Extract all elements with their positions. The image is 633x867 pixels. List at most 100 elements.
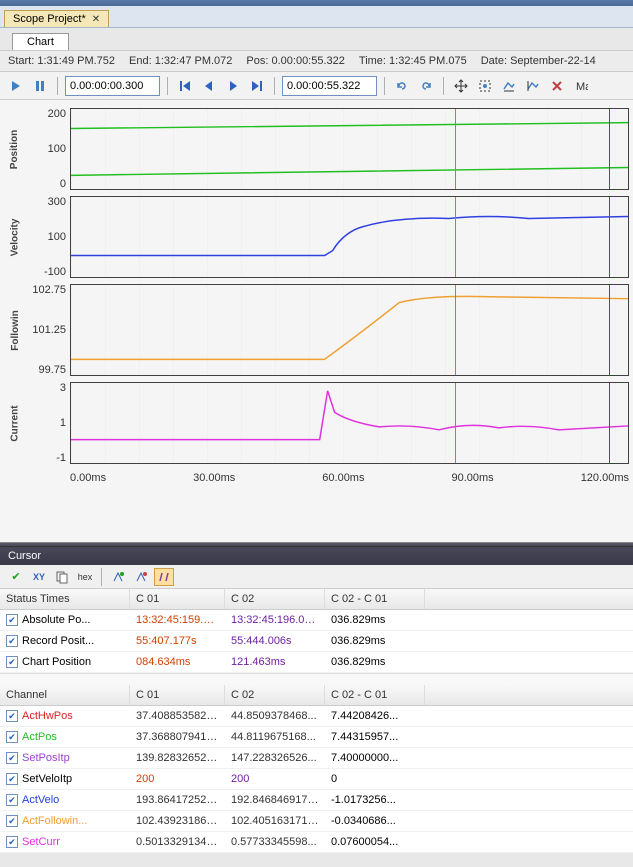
xy-mode-button[interactable]: XY: [29, 568, 49, 586]
c02-value: 121.463ms: [225, 654, 325, 670]
pos-label: Pos:: [246, 55, 268, 67]
close-icon[interactable]: ✕: [92, 14, 100, 25]
row-name: SetPosItp: [22, 752, 70, 764]
time-value: 1:32:45 PM.075: [389, 55, 467, 67]
checkbox[interactable]: ✔: [6, 614, 18, 626]
diff-value: 036.829ms: [325, 633, 425, 649]
c01-value: 102.439231866...: [130, 813, 225, 829]
skip-start-button[interactable]: [175, 76, 195, 96]
c02-value: 44.8509378468...: [225, 708, 325, 724]
checkbox[interactable]: ✔: [6, 710, 18, 722]
plot-area[interactable]: [70, 382, 629, 464]
copy-button[interactable]: [52, 568, 72, 586]
cursor-c02[interactable]: [609, 383, 610, 463]
check-icon[interactable]: ✔: [6, 568, 26, 586]
table-row[interactable]: ✔SetVeloItp2002000: [0, 769, 633, 790]
cursor-del-button[interactable]: [131, 568, 151, 586]
cursor-c01[interactable]: [455, 285, 456, 375]
y-axis-ticks: 2001000: [26, 108, 70, 190]
grid-spacer: [0, 673, 633, 685]
checkbox[interactable]: ✔: [6, 836, 18, 848]
step-fwd-button[interactable]: [223, 76, 243, 96]
c02-value: 192.84684691784: [225, 792, 325, 808]
clear-button[interactable]: [547, 76, 567, 96]
play-button[interactable]: [6, 76, 26, 96]
tab-chart[interactable]: Chart: [12, 33, 69, 50]
cursor-c01[interactable]: [455, 383, 456, 463]
column-header[interactable]: Channel: [0, 685, 130, 705]
table-row[interactable]: ✔SetPosItp139.828326526...147.228326526.…: [0, 748, 633, 769]
table-row[interactable]: ✔ActFollowin...102.439231866...102.40516…: [0, 811, 633, 832]
checkbox[interactable]: ✔: [6, 794, 18, 806]
cursor-c02[interactable]: [609, 109, 610, 189]
cursor-c01[interactable]: [455, 109, 456, 189]
checkbox[interactable]: ✔: [6, 656, 18, 668]
c02-value: 13:32:45:196.00...: [225, 612, 325, 628]
row-name-cell: ✔ActPos: [0, 729, 130, 745]
redo-button[interactable]: [416, 76, 436, 96]
date-value: September-22-14: [510, 55, 596, 67]
checkbox[interactable]: ✔: [6, 752, 18, 764]
y-axis-ticks: 31-1: [26, 382, 70, 464]
c02-value: 147.228326526...: [225, 750, 325, 766]
date-label: Date:: [481, 55, 507, 67]
cursor-c02[interactable]: [609, 197, 610, 277]
column-header[interactable]: C 01: [130, 685, 225, 705]
c01-value: 37.3688079415...: [130, 729, 225, 745]
cursor-c01[interactable]: [455, 197, 456, 277]
checkbox[interactable]: ✔: [6, 815, 18, 827]
column-header[interactable]: C 02 - C 01: [325, 685, 425, 705]
c01-value: 37.4088535824...: [130, 708, 225, 724]
row-name-cell: ✔SetCurr: [0, 834, 130, 850]
c02-value: 0.57733345598...: [225, 834, 325, 850]
column-header[interactable]: C 01: [130, 589, 225, 609]
subtab-label: Chart: [27, 36, 54, 48]
document-tabs: Scope Project* ✕: [0, 6, 633, 28]
separator: [384, 77, 385, 95]
max-button[interactable]: Max: [571, 76, 591, 96]
plot-area[interactable]: [70, 196, 629, 278]
undo-button[interactable]: [392, 76, 412, 96]
hex-button[interactable]: hex: [75, 568, 95, 586]
table-row[interactable]: ✔ActHwPos37.4088535824...44.8509378468..…: [0, 706, 633, 727]
checkbox[interactable]: ✔: [6, 731, 18, 743]
row-name: Record Posit...: [22, 635, 94, 647]
cursor-pair-button[interactable]: [154, 568, 174, 586]
plot-area[interactable]: [70, 284, 629, 376]
row-name: Chart Position: [22, 656, 91, 668]
pan-button[interactable]: [451, 76, 471, 96]
cursor-toolbar: ✔ XY hex: [0, 565, 633, 589]
time-step-input[interactable]: [65, 76, 160, 96]
pos-value: 0.00:00:55.322: [271, 55, 344, 67]
zoom-y-button[interactable]: [523, 76, 543, 96]
position-input[interactable]: [282, 76, 377, 96]
checkbox[interactable]: ✔: [6, 635, 18, 647]
chart-area: Position2001000Velocity300100-100Followi…: [0, 100, 633, 542]
tab-scope-project[interactable]: Scope Project* ✕: [4, 10, 109, 27]
c01-value: 200: [130, 771, 225, 787]
table-row[interactable]: ✔SetCurr0.50133291349...0.57733345598...…: [0, 832, 633, 853]
zoom-fit-button[interactable]: [475, 76, 495, 96]
table-row[interactable]: ✔Record Posit...55:407.177s55:444.006s03…: [0, 631, 633, 652]
plot-area[interactable]: [70, 108, 629, 190]
table-row[interactable]: ✔ActVelo193.864172527...192.84684691784-…: [0, 790, 633, 811]
column-header[interactable]: C 02 - C 01: [325, 589, 425, 609]
column-header[interactable]: C 02: [225, 589, 325, 609]
skip-end-button[interactable]: [247, 76, 267, 96]
step-back-button[interactable]: [199, 76, 219, 96]
column-header[interactable]: C 02: [225, 685, 325, 705]
diff-value: 0.07600054...: [325, 834, 425, 850]
c02-value: 55:444.006s: [225, 633, 325, 649]
checkbox[interactable]: ✔: [6, 773, 18, 785]
table-row[interactable]: ✔Absolute Po...13:32:45:159.00...13:32:4…: [0, 610, 633, 631]
cursor-new-button[interactable]: [108, 568, 128, 586]
table-row[interactable]: ✔Chart Position084.634ms121.463ms036.829…: [0, 652, 633, 673]
table-row[interactable]: ✔ActPos37.3688079415...44.8119675168...7…: [0, 727, 633, 748]
pause-button[interactable]: [30, 76, 50, 96]
column-header[interactable]: Status Times: [0, 589, 130, 609]
start-label: Start:: [8, 55, 34, 67]
row-name-cell: ✔ Record Posit...: [0, 633, 130, 649]
zoom-x-button[interactable]: [499, 76, 519, 96]
cursor-c02[interactable]: [609, 285, 610, 375]
end-value: 1:32:47 PM.072: [155, 55, 233, 67]
